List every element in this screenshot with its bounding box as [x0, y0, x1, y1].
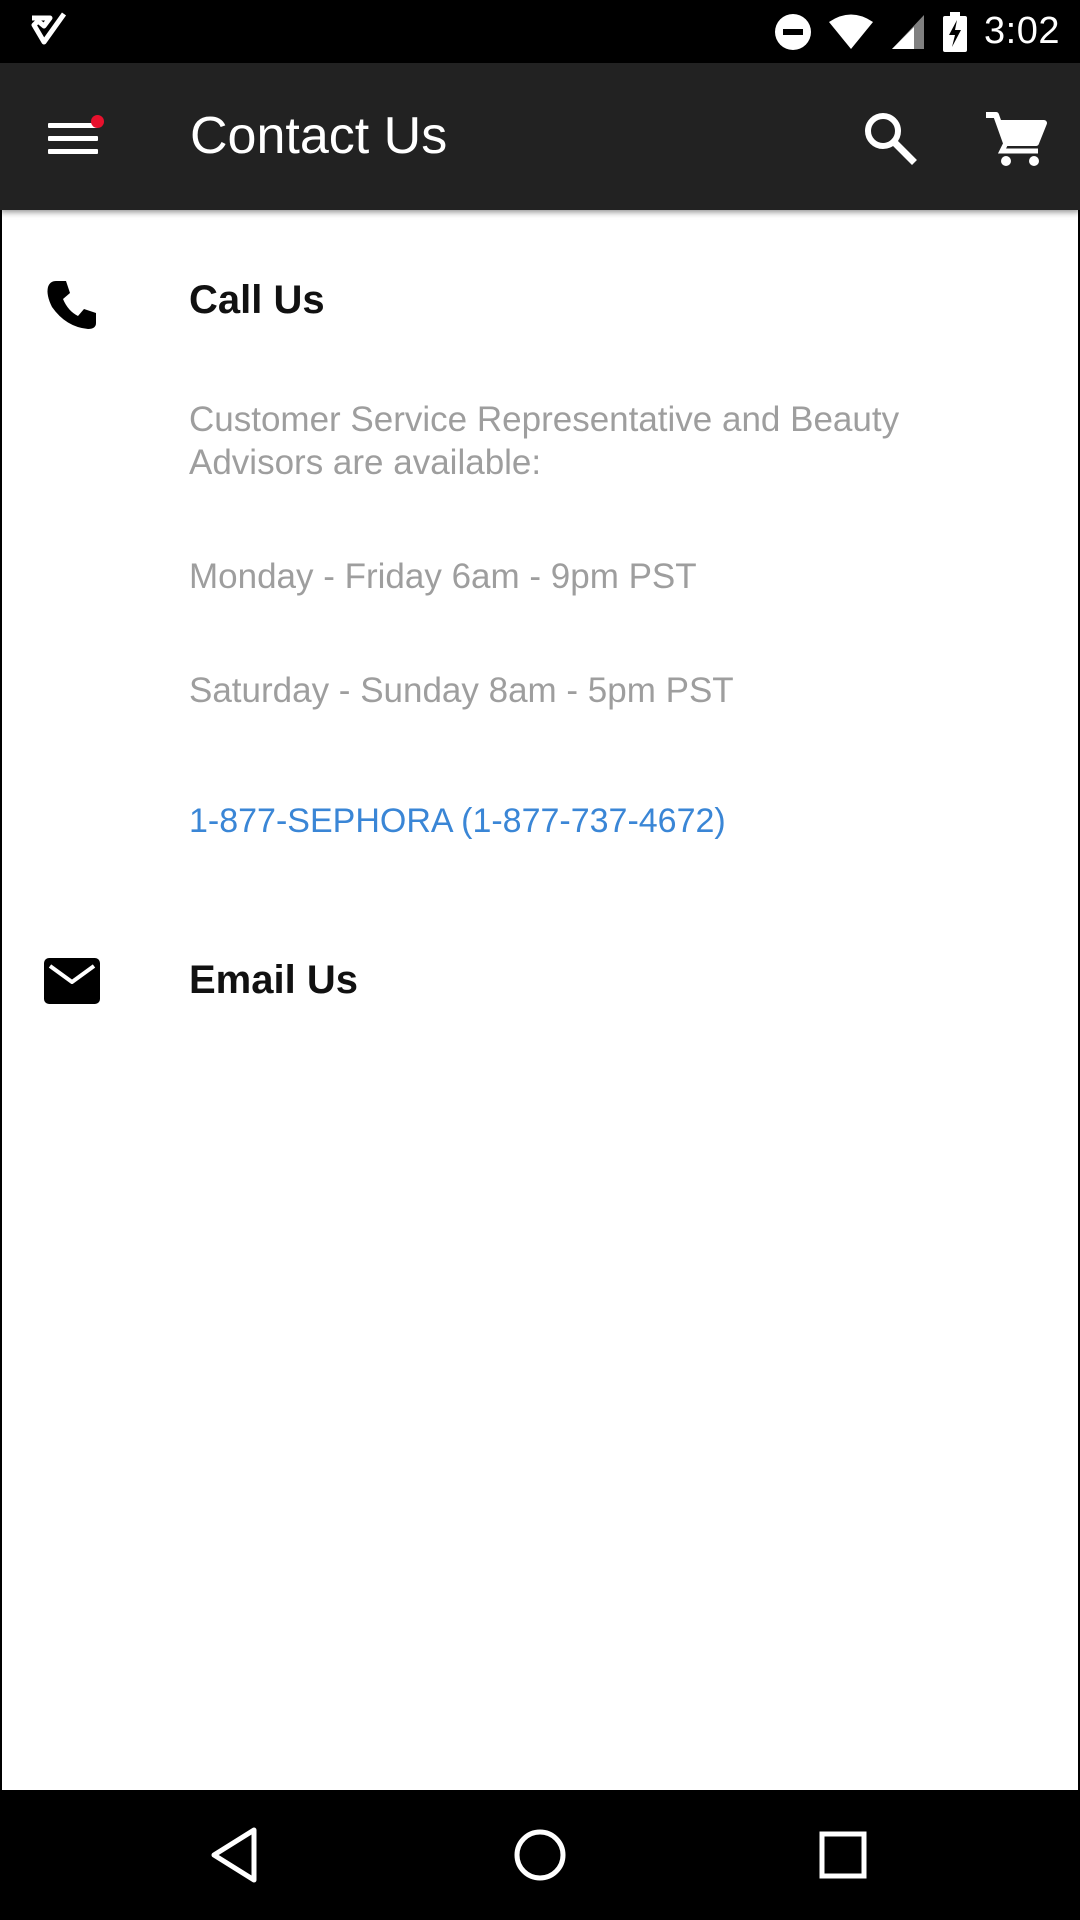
wifi-icon [829, 14, 874, 49]
email-us-heading[interactable]: Email Us [189, 958, 358, 1003]
cart-button[interactable] [980, 101, 1052, 173]
back-icon[interactable] [200, 1820, 270, 1890]
status-bar: 3:02 [0, 0, 1080, 63]
status-time: 3:02 [984, 10, 1060, 52]
search-icon [865, 113, 917, 165]
recents-icon[interactable] [808, 1820, 878, 1890]
page-title: Contact Us [190, 107, 448, 165]
weekend-hours: Saturday - Sunday 8am - 5pm PST [189, 671, 734, 710]
menu-button[interactable] [38, 103, 108, 173]
weekday-hours: Monday - Friday 6am - 9pm PST [189, 557, 697, 596]
do-not-disturb-icon [775, 13, 812, 50]
app-bar: Contact Us [0, 63, 1080, 210]
phone-number-link[interactable]: 1-877-SEPHORA (1-877-737-4672) [189, 802, 726, 841]
battery-charging-icon [943, 11, 968, 52]
home-icon[interactable] [505, 1820, 575, 1890]
contact-content: Call Us Customer Service Representative … [2, 210, 1078, 1790]
notification-dot [91, 115, 104, 128]
cart-icon [986, 112, 1047, 166]
availability-text: Customer Service Representative and Beau… [189, 400, 900, 482]
search-button[interactable] [855, 103, 925, 173]
call-us-heading: Call Us [189, 278, 325, 322]
signal-icon [892, 14, 925, 49]
notification-check-icon [31, 12, 66, 45]
navigation-bar [0, 1790, 1080, 1920]
phone-icon [47, 281, 96, 329]
email-icon [44, 958, 100, 1004]
